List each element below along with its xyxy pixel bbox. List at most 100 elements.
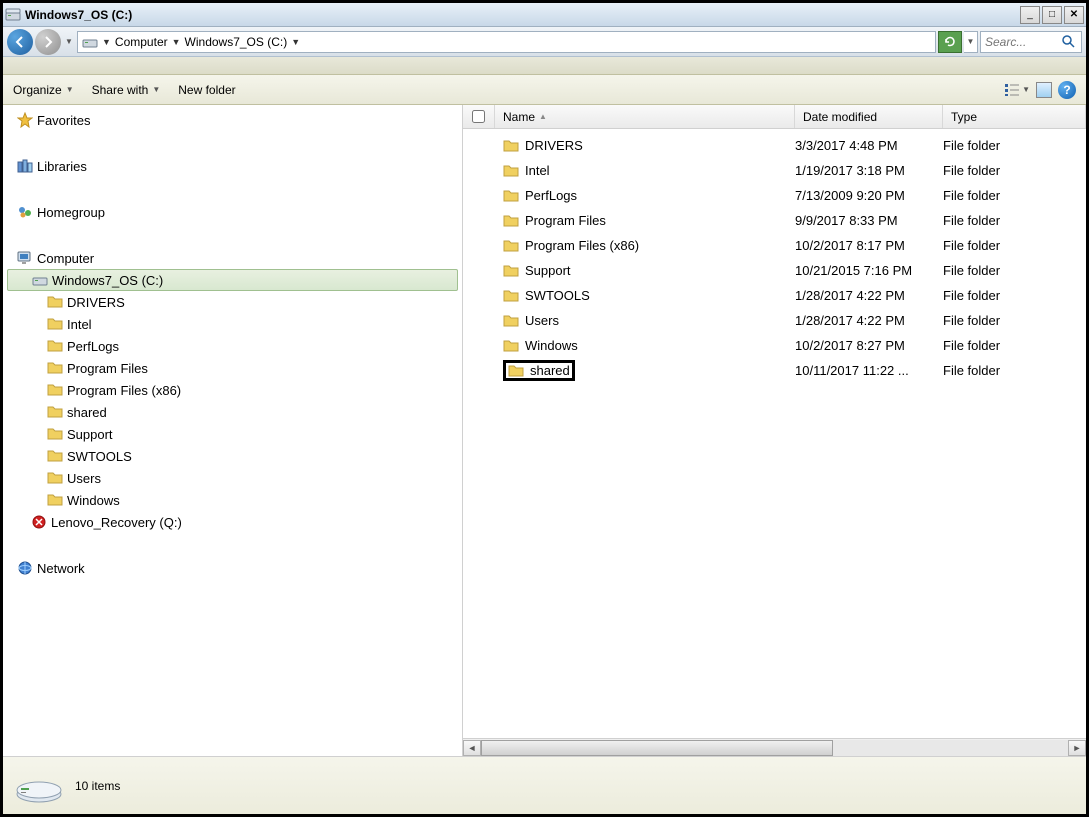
column-checkbox[interactable] xyxy=(463,105,495,128)
file-row[interactable]: Intel1/19/2017 3:18 PMFile folder xyxy=(463,158,1086,183)
sidebar-item-folder[interactable]: Support xyxy=(3,423,462,445)
folder-icon xyxy=(503,189,519,203)
sidebar-item-folder[interactable]: Users xyxy=(3,467,462,489)
chevron-down-icon: ▼ xyxy=(66,85,74,94)
file-row[interactable]: SWTOOLS1/28/2017 4:22 PMFile folder xyxy=(463,283,1086,308)
sidebar-item-folder[interactable]: shared xyxy=(3,401,462,423)
forward-button[interactable] xyxy=(35,29,61,55)
sidebar-item-network[interactable]: Network xyxy=(3,557,462,579)
sidebar-item-libraries[interactable]: Libraries xyxy=(3,155,462,177)
scroll-right-button[interactable]: ► xyxy=(1068,740,1086,756)
file-name: Support xyxy=(525,263,571,278)
file-row[interactable]: Users1/28/2017 4:22 PMFile folder xyxy=(463,308,1086,333)
column-type[interactable]: Type xyxy=(943,105,1086,128)
file-view: Name ▲ Date modified Type DRIVERS3/3/201… xyxy=(463,105,1086,756)
file-date: 10/21/2015 7:16 PM xyxy=(795,263,943,278)
navigation-pane[interactable]: Favorites Libraries Homegroup Computer W… xyxy=(3,105,463,756)
sidebar-item-drive-q[interactable]: Lenovo_Recovery (Q:) xyxy=(3,511,462,533)
close-button[interactable]: ✕ xyxy=(1064,6,1084,24)
chevron-down-icon: ▼ xyxy=(1022,85,1030,94)
scroll-track[interactable] xyxy=(481,740,1068,756)
sidebar-item-homegroup[interactable]: Homegroup xyxy=(3,201,462,223)
arrow-right-icon xyxy=(41,35,55,49)
folder-icon xyxy=(47,426,63,442)
column-date[interactable]: Date modified xyxy=(795,105,943,128)
minimize-button[interactable]: _ xyxy=(1020,6,1040,24)
sidebar-label: PerfLogs xyxy=(67,339,119,354)
folder-icon xyxy=(47,492,63,508)
sidebar-item-computer[interactable]: Computer xyxy=(3,247,462,269)
folder-icon xyxy=(503,139,519,153)
folder-icon xyxy=(503,214,519,228)
scroll-thumb[interactable] xyxy=(481,740,833,756)
file-date: 7/13/2009 9:20 PM xyxy=(795,188,943,203)
search-input[interactable] xyxy=(985,35,1061,49)
column-name[interactable]: Name ▲ xyxy=(495,105,795,128)
chevron-icon[interactable]: ▼ xyxy=(102,37,111,47)
sidebar-item-folder[interactable]: SWTOOLS xyxy=(3,445,462,467)
sidebar-item-folder[interactable]: PerfLogs xyxy=(3,335,462,357)
refresh-dropdown[interactable]: ▼ xyxy=(964,31,978,53)
back-button[interactable] xyxy=(7,29,33,55)
folder-icon xyxy=(503,239,519,253)
column-label: Type xyxy=(951,110,977,124)
folder-icon xyxy=(47,294,63,310)
sidebar-item-drive-c[interactable]: Windows7_OS (C:) xyxy=(7,269,458,291)
file-row[interactable]: Windows10/2/2017 8:27 PMFile folder xyxy=(463,333,1086,358)
refresh-button[interactable] xyxy=(938,31,962,53)
sidebar-label: shared xyxy=(67,405,107,420)
column-label: Date modified xyxy=(803,110,877,124)
file-row[interactable]: Program Files (x86)10/2/2017 8:17 PMFile… xyxy=(463,233,1086,258)
file-row[interactable]: DRIVERS3/3/2017 4:48 PMFile folder xyxy=(463,133,1086,158)
computer-icon xyxy=(17,250,33,266)
new-folder-button[interactable]: New folder xyxy=(178,83,235,97)
help-button[interactable]: ? xyxy=(1058,81,1076,99)
breadcrumb[interactable]: ▼ Computer ▼ Windows7_OS (C:) ▼ xyxy=(77,31,936,53)
file-date: 10/2/2017 8:27 PM xyxy=(795,338,943,353)
file-row[interactable]: Program Files9/9/2017 8:33 PMFile folder xyxy=(463,208,1086,233)
breadcrumb-drive[interactable]: Windows7_OS (C:) xyxy=(185,35,288,49)
window-title: Windows7_OS (C:) xyxy=(25,8,1020,22)
view-options-button[interactable]: ▼ xyxy=(1004,82,1030,98)
file-type: File folder xyxy=(943,263,1086,278)
horizontal-scrollbar[interactable]: ◄ ► xyxy=(463,738,1086,756)
file-list[interactable]: DRIVERS3/3/2017 4:48 PMFile folderIntel1… xyxy=(463,129,1086,738)
select-all-checkbox[interactable] xyxy=(472,110,485,123)
view-icon xyxy=(1004,82,1020,98)
arrow-left-icon xyxy=(13,35,27,49)
sidebar-label: Windows xyxy=(67,493,120,508)
recovery-drive-icon xyxy=(31,514,47,530)
drive-icon xyxy=(82,34,98,50)
star-icon xyxy=(17,112,33,128)
folder-icon xyxy=(47,360,63,376)
folder-icon xyxy=(503,339,519,353)
sidebar-item-folder[interactable]: DRIVERS xyxy=(3,291,462,313)
search-box[interactable] xyxy=(980,31,1082,53)
chevron-icon[interactable]: ▼ xyxy=(291,37,300,47)
breadcrumb-computer[interactable]: Computer xyxy=(115,35,168,49)
preview-pane-button[interactable] xyxy=(1036,82,1052,98)
file-row[interactable]: PerfLogs7/13/2009 9:20 PMFile folder xyxy=(463,183,1086,208)
folder-icon xyxy=(503,314,519,328)
sidebar-item-folder[interactable]: Program Files xyxy=(3,357,462,379)
file-type: File folder xyxy=(943,138,1086,153)
nav-history-dropdown[interactable]: ▼ xyxy=(63,32,75,52)
chevron-icon[interactable]: ▼ xyxy=(172,37,181,47)
sidebar-item-favorites[interactable]: Favorites xyxy=(3,109,462,131)
share-with-button[interactable]: Share with ▼ xyxy=(92,83,161,97)
folder-icon xyxy=(47,448,63,464)
file-name: SWTOOLS xyxy=(525,288,590,303)
file-row[interactable]: shared10/11/2017 11:22 ...File folder xyxy=(463,358,1086,383)
sidebar-item-folder[interactable]: Windows xyxy=(3,489,462,511)
file-type: File folder xyxy=(943,213,1086,228)
sidebar-item-folder[interactable]: Intel xyxy=(3,313,462,335)
file-row[interactable]: Support 10/21/2015 7:16 PMFile folder xyxy=(463,258,1086,283)
sidebar-item-folder[interactable]: Program Files (x86) xyxy=(3,379,462,401)
organize-button[interactable]: Organize ▼ xyxy=(13,83,74,97)
toolbar: Organize ▼ Share with ▼ New folder ▼ ? xyxy=(3,75,1086,105)
homegroup-icon xyxy=(17,204,33,220)
nav-bar: ▼ ▼ Computer ▼ Windows7_OS (C:) ▼ ▼ xyxy=(3,27,1086,57)
scroll-left-button[interactable]: ◄ xyxy=(463,740,481,756)
file-date: 3/3/2017 4:48 PM xyxy=(795,138,943,153)
maximize-button[interactable]: □ xyxy=(1042,6,1062,24)
